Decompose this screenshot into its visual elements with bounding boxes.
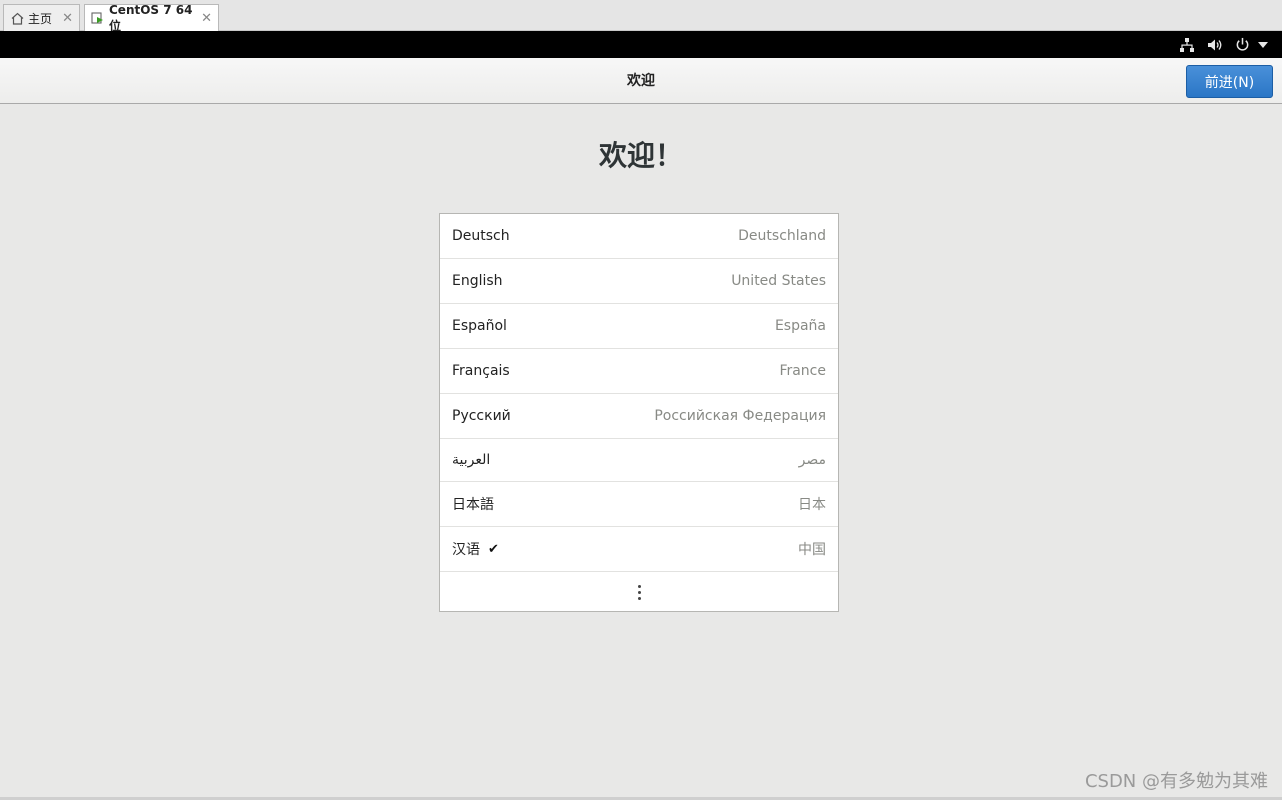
header-bar: 欢迎 前进(N) — [0, 58, 1282, 104]
language-row-chinese[interactable]: 汉语 ✔ 中国 — [440, 527, 838, 572]
system-tray — [1179, 31, 1268, 58]
close-icon[interactable]: ✕ — [54, 11, 73, 26]
language-region: 日本 — [798, 497, 826, 513]
language-name: Русский — [452, 408, 511, 424]
language-region: مصر — [798, 452, 826, 468]
language-row-francais[interactable]: Français France — [440, 349, 838, 394]
power-icon[interactable] — [1235, 37, 1268, 52]
language-name: العربية — [452, 452, 491, 468]
more-languages-button[interactable] — [440, 572, 838, 612]
language-name: Español — [452, 318, 507, 334]
tab-home[interactable]: 主页 ✕ — [3, 4, 80, 31]
language-region: United States — [731, 273, 826, 289]
page-title: 欢迎 — [627, 73, 655, 89]
language-region: France — [779, 363, 826, 379]
language-name: 日本語 — [452, 497, 494, 513]
language-region: 中国 — [798, 542, 826, 558]
tab-home-label: 主页 — [28, 11, 53, 26]
more-icon — [637, 584, 641, 600]
language-row-russian[interactable]: Русский Российская Федерация — [440, 394, 838, 439]
welcome-heading: 欢迎！ — [598, 139, 683, 172]
network-icon[interactable] — [1179, 37, 1195, 53]
language-name: Deutsch — [452, 228, 510, 244]
checkmark-icon: ✔ — [488, 541, 499, 557]
watermark: CSDN @有多勉为其难 — [1084, 771, 1268, 792]
menu-caret-icon[interactable] — [1258, 41, 1268, 48]
volume-icon[interactable] — [1207, 37, 1223, 53]
close-icon[interactable]: ✕ — [193, 11, 212, 26]
language-row-japanese[interactable]: 日本語 日本 — [440, 482, 838, 527]
language-name: 汉语 — [452, 542, 480, 558]
tab-centos-label: CentOS 7 64 位 — [109, 2, 193, 33]
tab-centos[interactable]: CentOS 7 64 位 ✕ — [84, 2, 219, 33]
gnome-top-bar — [0, 31, 1282, 58]
language-row-arabic[interactable]: العربية مصر — [440, 439, 838, 482]
language-region: Российская Федерация — [654, 408, 826, 424]
vm-tab-strip: 主页 ✕ CentOS 7 64 位 ✕ — [0, 0, 1282, 33]
language-name: English — [452, 273, 503, 289]
language-region: Deutschland — [738, 228, 826, 244]
language-name: Français — [452, 363, 510, 379]
language-row-english[interactable]: English United States — [440, 259, 838, 304]
next-button[interactable]: 前进(N) — [1186, 65, 1273, 98]
home-icon — [10, 11, 24, 25]
language-row-espanol[interactable]: Español España — [440, 304, 838, 349]
language-row-deutsch[interactable]: Deutsch Deutschland — [440, 214, 838, 259]
language-list: Deutsch Deutschland English United State… — [439, 213, 839, 612]
language-region: España — [774, 318, 826, 334]
vm-icon — [91, 11, 105, 25]
